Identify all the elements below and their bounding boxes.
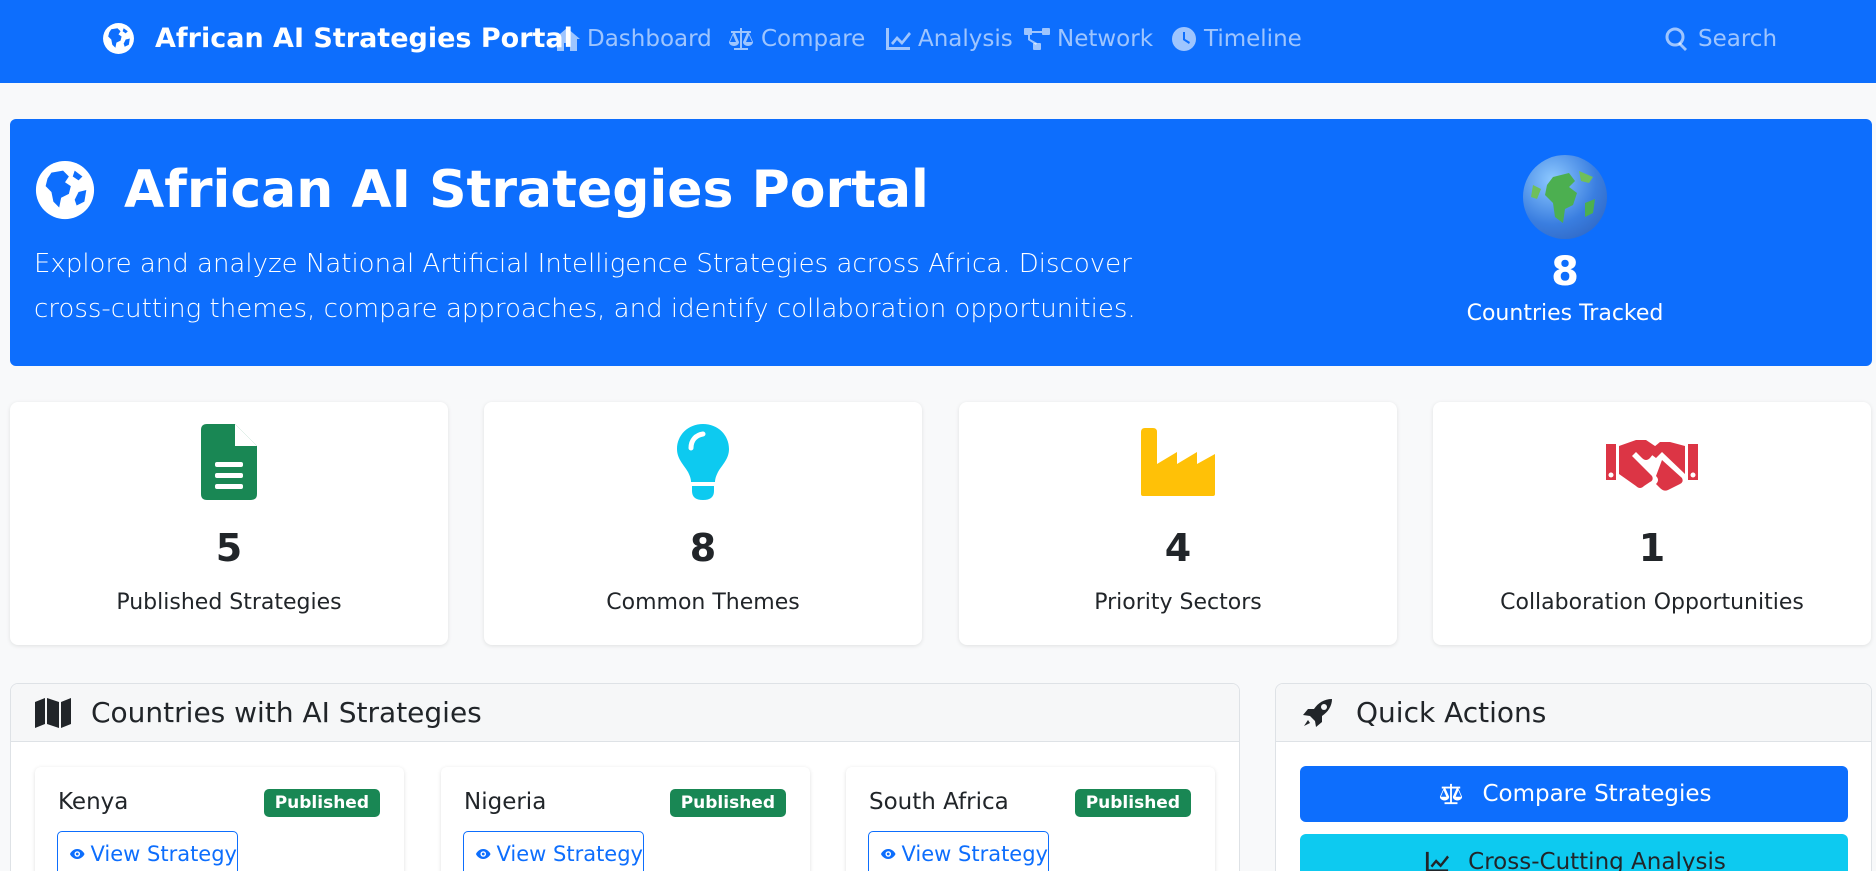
stat-card-common-themes: 8 Common Themes [484,402,922,645]
country-name: South Africa [869,789,1009,815]
country-card-south-africa: South Africa Published View Strategy [846,767,1215,871]
stat-label: Collaboration Opportunities [1500,590,1804,615]
countries-tracked-label: Countries Tracked [1466,301,1664,326]
nav-compare[interactable]: Compare [727,26,865,52]
nav-compare-label: Compare [761,26,866,52]
nav-search-label: Search [1698,26,1778,52]
stat-card-published-strategies: 5 Published Strategies [10,402,448,645]
stat-value: 8 [689,526,717,570]
stat-value: 1 [1638,526,1666,570]
countries-tracked-stat: 8 Countries Tracked [1440,155,1690,326]
balance-scale-icon [729,28,753,50]
countries-tracked-value: 8 [1551,249,1579,295]
view-strategy-label: View Strategy [901,842,1049,866]
industry-icon [1141,428,1215,496]
home-icon [554,28,580,51]
view-strategy-button[interactable]: View Strategy [868,831,1049,871]
navbar: African AI Strategies Portal Dashboard C… [0,0,1876,83]
countries-panel-header: Countries with AI Strategies [11,684,1239,742]
hero-title: African AI Strategies Portal [34,159,929,221]
compare-strategies-label: Compare Strategies [1482,781,1712,807]
country-card-kenya: Kenya Published View Strategy [35,767,404,871]
lightbulb-icon [677,424,729,500]
globe-africa-icon [103,23,134,54]
network-icon [1024,28,1050,50]
cross-cutting-analysis-button[interactable]: Cross-Cutting Analysis [1300,834,1848,871]
line-chart-icon [886,28,911,50]
nav-dashboard-label: Dashboard [587,26,712,52]
nav-network[interactable]: Network [1023,26,1153,52]
compare-strategies-button[interactable]: Compare Strategies [1300,766,1848,822]
handshake-icon [1606,440,1698,491]
view-strategy-label: View Strategy [496,842,644,866]
eye-icon [476,848,491,860]
line-chart-icon [1426,851,1450,871]
balance-scale-icon [1440,783,1463,805]
status-badge: Published [669,789,786,817]
view-strategy-button[interactable]: View Strategy [463,831,644,871]
document-icon [201,424,257,500]
rocket-icon [1303,698,1332,727]
hero-description: Explore and analyze National Artificial … [34,249,1136,324]
earth-globe-icon [1523,155,1607,239]
clock-icon [1172,27,1196,51]
stat-value: 5 [215,526,243,570]
nav-search[interactable]: Search [1664,26,1777,52]
map-icon [35,697,71,728]
country-name: Nigeria [464,789,547,815]
stat-label: Priority Sectors [1094,590,1262,615]
quick-actions-title: Quick Actions [1356,696,1547,729]
nav-network-label: Network [1057,26,1154,52]
search-icon [1665,27,1687,51]
navbar-brand[interactable]: African AI Strategies Portal [102,22,573,55]
eye-icon [881,848,896,860]
status-badge: Published [1074,789,1191,817]
view-strategy-label: View Strategy [90,842,238,866]
stat-card-collaboration-opportunities: 1 Collaboration Opportunities [1433,402,1871,645]
stat-label: Common Themes [606,590,800,615]
nav-analysis-label: Analysis [918,26,1013,52]
country-card-nigeria: Nigeria Published View Strategy [441,767,810,871]
globe-africa-icon [35,160,95,220]
stat-label: Published Strategies [116,590,342,615]
country-name: Kenya [58,789,129,815]
view-strategy-button[interactable]: View Strategy [57,831,238,871]
navbar-brand-text: African AI Strategies Portal [155,23,573,54]
stat-value: 4 [1164,526,1192,570]
status-badge: Published [263,789,380,817]
nav-analysis[interactable]: Analysis [884,26,1013,52]
countries-panel-title: Countries with AI Strategies [91,696,482,729]
cross-cutting-analysis-label: Cross-Cutting Analysis [1468,849,1726,871]
hero-banner: African AI Strategies Portal Explore and… [10,119,1872,366]
nav-dashboard[interactable]: Dashboard [553,26,712,52]
quick-actions-header: Quick Actions [1276,684,1871,742]
stat-card-priority-sectors: 4 Priority Sectors [959,402,1397,645]
nav-timeline[interactable]: Timeline [1170,26,1302,52]
quick-actions-panel: Quick Actions Compare Strategies Cross-C… [1275,683,1872,871]
hero-title-text: African AI Strategies Portal [124,160,929,220]
nav-timeline-label: Timeline [1204,26,1302,52]
eye-icon [70,848,85,860]
